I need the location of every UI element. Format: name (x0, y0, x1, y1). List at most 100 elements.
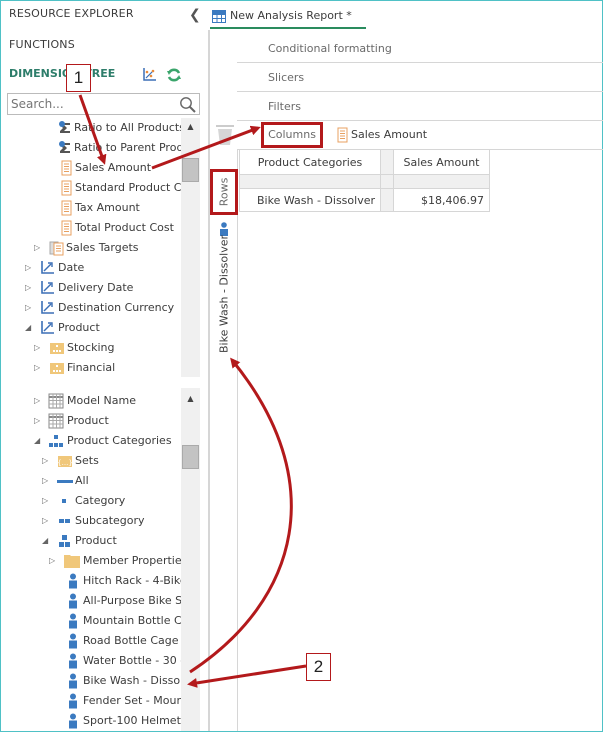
calculated-measure-icon (59, 121, 70, 133)
attribute-table-icon (48, 413, 64, 429)
expand-toggle[interactable]: ▷ (34, 238, 42, 258)
grid-group-cell (393, 174, 490, 189)
tree-item-member-properties[interactable]: ▷ Member Propertie (49, 551, 181, 571)
expand-toggle[interactable]: ▷ (34, 391, 42, 411)
slicers-zone[interactable]: Slicers (237, 63, 603, 92)
tree-item-category[interactable]: ▷ Category (42, 491, 125, 511)
tree-item-stocking[interactable]: ▷ Stocking (34, 338, 114, 358)
member-item-bike-wash[interactable]: Bike Wash - Dissol (65, 671, 181, 691)
refresh-icon[interactable] (166, 67, 182, 83)
rows-label: Rows (210, 169, 238, 215)
member-item[interactable]: Fender Set - Moun (65, 691, 181, 711)
collapse-toggle[interactable]: ◢ (34, 431, 42, 451)
resource-explorer-panel: RESOURCE EXPLORER ❮ FUNCTIONS DIMENSION … (1, 1, 208, 731)
tree-item-model-name[interactable]: ▷ Model Name (34, 391, 136, 411)
member-item[interactable]: Hitch Rack - 4-Bike (65, 571, 181, 591)
tree-item-ratio-to-all-products[interactable]: Ratio to All Products (57, 118, 181, 138)
member-icon (69, 633, 77, 649)
column-item-label: Sales Amount (351, 128, 428, 141)
tree-item-ratio-to-parent-product[interactable]: Ratio to Parent Prod (57, 138, 181, 158)
tree-item-sales-targets[interactable]: ▷ Sales Targets (34, 238, 139, 258)
tree-item-subcategory[interactable]: ▷ Subcategory (42, 511, 145, 531)
search-icon[interactable] (179, 96, 196, 113)
scroll-up-arrow-icon[interactable]: ▲ (181, 390, 200, 408)
grid-header-sales-amount[interactable]: Sales Amount (393, 149, 490, 175)
tree-item-product-attribute[interactable]: ▷ Product (34, 411, 109, 431)
grid-cell-sales-amount[interactable]: $18,406.97 (393, 188, 490, 212)
search-input[interactable] (8, 94, 173, 114)
member-icon (69, 713, 77, 729)
columns-label: Columns (261, 122, 323, 148)
expand-toggle[interactable]: ▷ (42, 471, 50, 491)
column-item-sales-amount[interactable]: Sales Amount (335, 126, 427, 144)
tree-item-standard-product-cost[interactable]: Standard Product Co (59, 178, 181, 198)
search-field[interactable] (7, 93, 200, 115)
upper-tree-scrollbar[interactable]: ▲ (181, 118, 200, 377)
calculated-measure-icon (59, 141, 70, 153)
display-folder-icon (50, 363, 64, 374)
tree-item-product-level[interactable]: ◢ Product (42, 531, 117, 551)
expand-toggle[interactable]: ▷ (42, 491, 50, 511)
expand-toggle[interactable]: ▷ (49, 551, 57, 571)
member-item[interactable]: Sport-100 Helmet, (65, 711, 181, 731)
hierarchy-icon (49, 435, 63, 447)
tree-item-financial[interactable]: ▷ Financial (34, 358, 115, 378)
report-tab-bar: New Analysis Report * (208, 1, 602, 29)
annotation-callout-2: 2 (306, 653, 331, 681)
expand-toggle[interactable]: ▷ (25, 258, 33, 278)
scroll-thumb[interactable] (182, 445, 199, 469)
member-icon (69, 593, 77, 609)
folder-icon (64, 555, 80, 568)
level-3-icon (59, 535, 70, 547)
collapse-toggle[interactable]: ◢ (25, 318, 33, 338)
tree-item-sets[interactable]: ▷ {...} Sets (42, 451, 99, 471)
tree-item-tax-amount[interactable]: Tax Amount (59, 198, 140, 218)
expand-toggle[interactable]: ▷ (25, 278, 33, 298)
tree-item-all[interactable]: ▷ All (42, 471, 89, 491)
scroll-thumb[interactable] (182, 158, 199, 182)
measure-icon (61, 220, 72, 236)
hierarchy-axes-icon[interactable] (141, 67, 157, 83)
tree-item-product-dimension[interactable]: ◢ Product (25, 318, 100, 338)
tree-item-sales-amount[interactable]: Sales Amount (59, 158, 151, 178)
tree-item-delivery-date[interactable]: ▷ Delivery Date (25, 278, 133, 298)
tree-item-product-categories[interactable]: ◢ Product Categories (34, 431, 172, 451)
grid-header-product-categories[interactable]: Product Categories (239, 149, 381, 175)
grid-icon (212, 10, 226, 23)
conditional-formatting-zone[interactable]: Conditional formatting (237, 34, 603, 63)
pivot-grid: Product Categories Sales Amount Bike Was… (239, 149, 490, 212)
tab-new-analysis-report[interactable]: New Analysis Report * (210, 5, 366, 29)
collapse-toggle[interactable]: ◢ (42, 531, 50, 551)
row-item-bike-wash[interactable]: Bike Wash - Dissolver (215, 222, 233, 367)
expand-toggle[interactable]: ▷ (42, 451, 50, 471)
measure-group-icon (49, 241, 64, 256)
trash-icon[interactable] (216, 125, 234, 145)
grid-spacer (380, 149, 394, 175)
tree-item-destination-currency[interactable]: ▷ Destination Currency (25, 298, 174, 318)
sets-folder-icon: {...} (57, 456, 73, 467)
filters-zone[interactable]: Filters (237, 92, 603, 121)
collapse-panel-button[interactable]: ❮ (189, 7, 201, 23)
member-item[interactable]: Road Bottle Cage (65, 631, 179, 651)
member-item[interactable]: Water Bottle - 30 o (65, 651, 181, 671)
expand-toggle[interactable]: ▷ (34, 338, 42, 358)
expand-toggle[interactable]: ▷ (34, 358, 42, 378)
level-2-icon (59, 519, 70, 523)
expand-toggle[interactable]: ▷ (25, 298, 33, 318)
dimension-tree-tab[interactable]: DIMENSION TREE (9, 67, 115, 80)
columns-label-text: Columns (268, 128, 316, 141)
member-item[interactable]: Mountain Bottle Ca (65, 611, 181, 631)
scroll-up-arrow-icon[interactable]: ▲ (181, 118, 200, 136)
grid-cell-category[interactable]: Bike Wash - Dissolver (239, 188, 381, 212)
measure-icon (61, 180, 72, 196)
level-all-icon (57, 480, 73, 483)
member-item[interactable]: All-Purpose Bike St (65, 591, 181, 611)
functions-tab[interactable]: FUNCTIONS (9, 38, 75, 51)
tree-item-total-product-cost[interactable]: Total Product Cost (59, 218, 174, 238)
lower-tree-scrollbar[interactable]: ▲ (181, 388, 200, 731)
tree-item-date[interactable]: ▷ Date (25, 258, 84, 278)
dimension-icon (41, 281, 54, 294)
lower-tree: ▷ Model Name ▷ Product ◢ Product Categor… (1, 391, 181, 731)
expand-toggle[interactable]: ▷ (42, 511, 50, 531)
expand-toggle[interactable]: ▷ (34, 411, 42, 431)
